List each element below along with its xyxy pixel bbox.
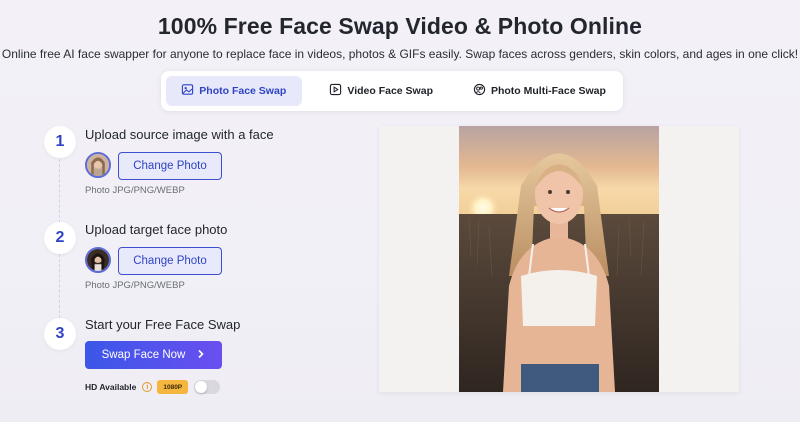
chevron-right-icon xyxy=(197,349,205,362)
resolution-badge: 1080P xyxy=(157,380,189,394)
step-2-number: 2 xyxy=(44,222,76,254)
swap-face-now-button[interactable]: Swap Face Now xyxy=(85,341,222,369)
step-connector xyxy=(59,159,60,223)
step-3-number: 3 xyxy=(44,318,76,350)
tab-photo-face-swap[interactable]: Photo Face Swap xyxy=(166,76,302,106)
tab-label: Photo Multi-Face Swap xyxy=(490,85,606,97)
tab-label: Photo Face Swap xyxy=(199,85,287,97)
image-icon xyxy=(181,83,194,99)
hd-label: HD Available xyxy=(85,382,137,392)
hd-toggle[interactable] xyxy=(194,380,221,394)
preview-photo xyxy=(459,126,659,392)
step-3-title: Start your Free Face Swap xyxy=(85,317,241,332)
step-connector xyxy=(59,254,60,318)
info-icon[interactable]: i xyxy=(142,382,153,392)
target-face-avatar[interactable] xyxy=(85,247,111,273)
step-1-number: 1 xyxy=(44,126,76,158)
page-title: 100% Free Face Swap Video & Photo Online xyxy=(157,13,643,39)
faces-icon xyxy=(473,83,486,99)
step-1-title: Upload source image with a face xyxy=(85,127,274,142)
tab-video-face-swap[interactable]: Video Face Swap xyxy=(308,76,455,106)
step-2-hint: Photo JPG/PNG/WEBP xyxy=(85,280,185,291)
swap-button-label: Swap Face Now xyxy=(101,349,186,361)
step-2-title: Upload target face photo xyxy=(85,222,228,237)
source-face-avatar[interactable] xyxy=(85,152,111,178)
mode-tabs: Photo Face Swap Video Face Swap Photo Mu… xyxy=(161,71,623,111)
toggle-knob xyxy=(195,381,208,393)
step-1-hint: Photo JPG/PNG/WEBP xyxy=(85,185,185,196)
change-target-photo-button[interactable]: Change Photo xyxy=(118,247,222,275)
tab-label: Video Face Swap xyxy=(347,85,433,97)
page-subtitle: Online free AI face swapper for anyone t… xyxy=(1,47,799,61)
result-preview xyxy=(379,126,739,392)
hd-row: HD Available i 1080P xyxy=(85,379,221,395)
play-icon xyxy=(329,83,342,99)
change-source-photo-button[interactable]: Change Photo xyxy=(118,152,222,180)
tab-photo-multi-face-swap[interactable]: Photo Multi-Face Swap xyxy=(461,76,618,106)
